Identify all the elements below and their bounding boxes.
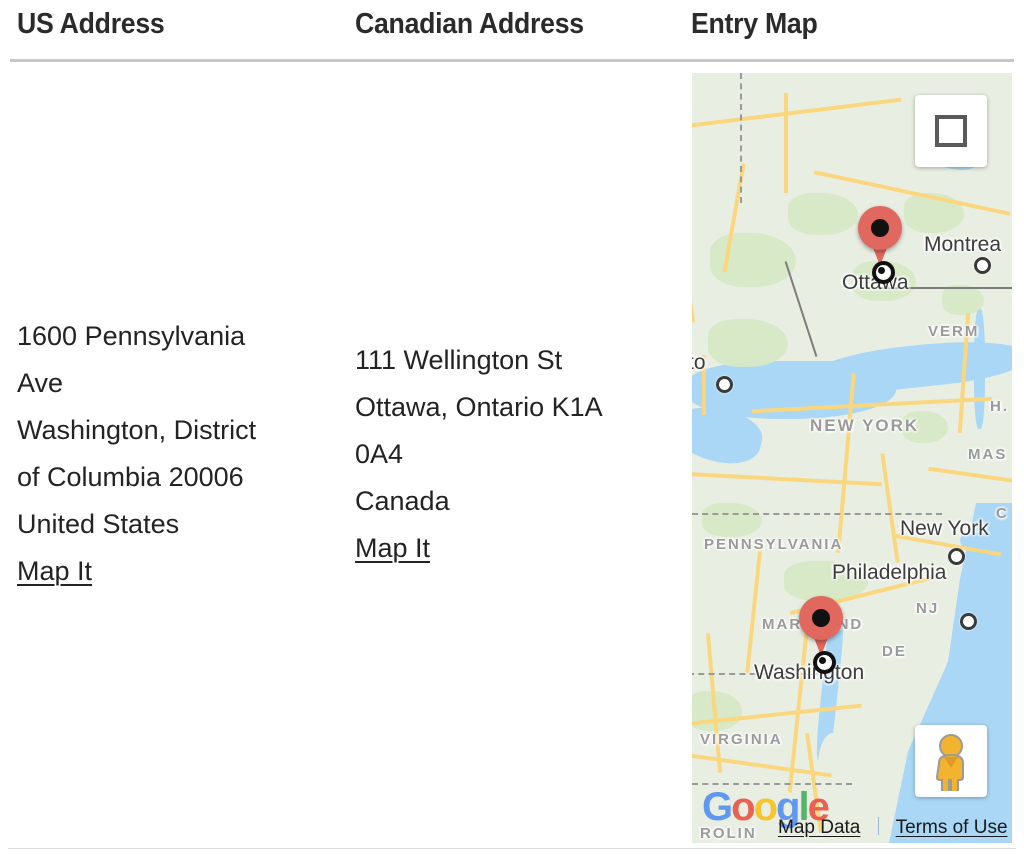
map-state-label: DE [882, 643, 907, 660]
city-label-montreal: Montrea [924, 233, 1002, 256]
us-address-column-title: US Address [17, 8, 165, 40]
us-address-line-4: of Columbia 20006 [17, 462, 244, 492]
map-state-label: VERM [928, 323, 980, 340]
city-label-washington: Washington [754, 661, 865, 684]
city-dot-new-york [948, 548, 965, 565]
ottawa-pin-anchor [872, 261, 895, 284]
pegman-icon [935, 734, 964, 791]
road-8 [692, 471, 882, 487]
us-address-block: 1600 Pennsylvania Ave Washington, Distri… [17, 313, 337, 595]
map-fullscreen-button[interactable] [915, 95, 987, 167]
map-state-label: H. [990, 398, 1009, 415]
road-9 [880, 453, 900, 563]
pin-center-dot [812, 609, 830, 627]
road-4 [692, 193, 696, 323]
us-address-line-5: United States [17, 509, 180, 539]
canadian-address-line-4: Canada [355, 486, 450, 516]
entry-map[interactable]: VERM H. NEW YORK MAS C PENNSYLVANIA NJ M… [692, 73, 1012, 843]
canadian-address-line-2: Ottawa, Ontario K1A [355, 392, 603, 422]
park-area-10 [942, 285, 984, 315]
ottawa-pin-marker[interactable] [858, 206, 902, 268]
fullscreen-icon [935, 115, 967, 147]
terms-of-use-link[interactable]: Terms of Use [896, 817, 1008, 838]
city-dot-philadelphia [960, 613, 977, 630]
map-street-view-button[interactable] [915, 725, 987, 797]
canadian-address-column-title: Canadian Address [355, 8, 584, 40]
road-1 [692, 97, 902, 129]
map-state-label: NJ [916, 600, 940, 617]
road-2 [784, 93, 788, 193]
washington-pin-anchor [813, 651, 836, 674]
map-attribution: Map Data Terms of Use [778, 817, 1008, 839]
us-address-line-1: 1600 Pennsylvania [17, 321, 246, 351]
canadian-address-block: 111 Wellington St Ottawa, Ontario K1A 0A… [355, 337, 675, 572]
map-state-label: NEW YORK [810, 416, 920, 435]
city-label-philadelphia: Philadelphia [832, 561, 947, 584]
map-state-label: VIRGINIA [700, 731, 783, 748]
column-header-row: US Address Canadian Address Entry Map [0, 0, 1024, 62]
header-divider [10, 59, 1014, 62]
canadian-address-line-1: 111 Wellington St [355, 345, 563, 375]
park-area-4 [708, 319, 788, 367]
city-label-new-york: New York [900, 517, 989, 540]
city-dot-toronto [716, 376, 733, 393]
park-area-1 [710, 233, 796, 287]
canadian-address-line-3: 0A4 [355, 439, 404, 469]
washington-pin-marker[interactable] [799, 596, 843, 658]
us-map-it-link[interactable]: Map It [17, 548, 92, 595]
attribution-separator [877, 817, 879, 835]
city-label-toronto: to [692, 351, 706, 374]
map-state-label: C [996, 505, 1009, 522]
park-area-2 [788, 193, 858, 235]
city-dot-montreal [974, 257, 991, 274]
border-st-lawrence [784, 261, 818, 357]
footer-divider [8, 848, 1016, 849]
park-area-8 [702, 503, 762, 537]
us-address-line-3: Washington, District [17, 415, 257, 445]
road-10 [928, 466, 1012, 484]
canadian-map-it-link[interactable]: Map It [355, 525, 430, 572]
map-state-label: PENNSYLVANIA [704, 536, 844, 553]
map-data-link[interactable]: Map Data [778, 817, 860, 838]
border-state-ny-pa [692, 513, 942, 515]
pin-center-dot [871, 219, 889, 237]
entry-map-column-title: Entry Map [691, 8, 818, 40]
road-11 [745, 543, 763, 673]
map-state-label: MAS [968, 446, 1008, 463]
border-us-canada-dashed [740, 73, 744, 203]
us-address-line-2: Ave [17, 368, 64, 398]
